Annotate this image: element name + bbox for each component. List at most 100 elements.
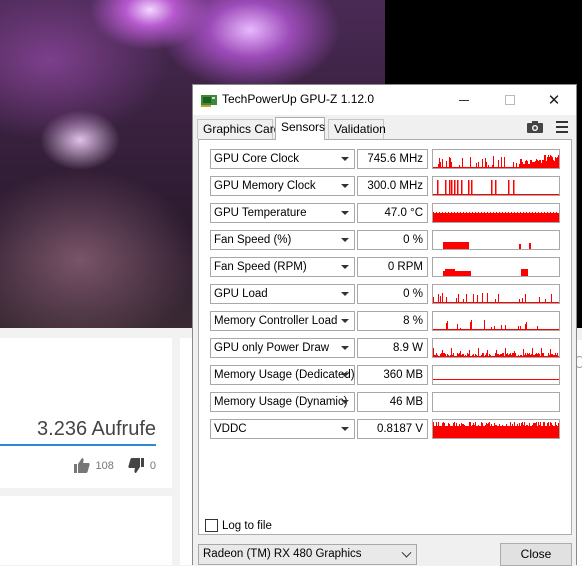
gpu-card-icon [201, 95, 217, 107]
sensor-graph-svg [443, 242, 531, 249]
sensor-graph-svg [433, 180, 559, 195]
sensor-value: 0.8187 V [357, 419, 428, 439]
sensor-row: Memory Usage (Dedicated) 360 MB [207, 365, 567, 385]
log-to-file-checkbox[interactable] [205, 519, 218, 532]
view-count: 3.236 Aufrufe [37, 418, 156, 440]
dropdown-arrow-icon [341, 319, 349, 323]
sensor-value: 8.9 W [357, 338, 428, 358]
sensor-row: Memory Controller Load 8 % [207, 311, 567, 331]
sensor-graph-svg [433, 348, 559, 357]
dropdown-arrow-icon [341, 211, 349, 215]
minimize-icon [459, 99, 469, 101]
sensor-row: Memory Usage (Dynamic) 46 MB [207, 392, 567, 412]
dislike-count: 0 [149, 459, 156, 472]
sensor-row: GPU Memory Clock 300.0 MHz [207, 176, 567, 196]
sensor-name-dropdown[interactable]: GPU Load [210, 284, 355, 304]
chevron-down-icon [401, 547, 412, 558]
sensor-graph-svg [433, 379, 559, 380]
tab-sensors[interactable]: Sensors [275, 117, 325, 140]
sensor-graph-svg [433, 422, 559, 438]
dropdown-arrow-icon [341, 427, 349, 431]
sensor-name: GPU Core Clock [214, 153, 299, 165]
sensor-name-dropdown[interactable]: Memory Usage (Dedicated) [210, 365, 355, 385]
sensor-name-dropdown[interactable]: GPU Core Clock [210, 149, 355, 169]
log-to-file-label: Log to file [222, 519, 272, 532]
sensor-name-dropdown[interactable]: Memory Controller Load [210, 311, 355, 331]
tab-graphics-card[interactable]: Graphics Card [197, 119, 280, 139]
gpu-select-value: Radeon (TM) RX 480 Graphics [203, 548, 362, 560]
sensor-value: 8 % [357, 311, 428, 331]
sensor-name: VDDC [214, 423, 247, 435]
log-to-file-option[interactable]: Log to file [205, 519, 272, 532]
sensor-graph [432, 392, 560, 412]
dropdown-arrow-icon [341, 346, 349, 350]
sensor-value: 0 % [357, 284, 428, 304]
title-bar[interactable]: TechPowerUp GPU-Z 1.12.0 ✕ [193, 85, 576, 115]
gpu-select[interactable]: Radeon (TM) RX 480 Graphics [198, 544, 417, 565]
dropdown-arrow-icon [341, 184, 349, 188]
sensor-name-dropdown[interactable]: GPU only Power Draw [210, 338, 355, 358]
sensor-graph-svg [433, 393, 559, 411]
sensor-row: GPU Temperature 47.0 °C [207, 203, 567, 223]
sensor-row: GPU only Power Draw 8.9 W [207, 338, 567, 358]
video-info-panel: 3.236 Aufrufe 108 0 [0, 338, 172, 488]
dropdown-arrow-icon [341, 238, 349, 242]
sensor-name-dropdown[interactable]: GPU Temperature [210, 203, 355, 223]
sensor-name: Fan Speed (%) [214, 234, 292, 246]
sensor-value: 300.0 MHz [357, 176, 428, 196]
sensor-value: 0 % [357, 230, 428, 250]
sensor-name-dropdown[interactable]: Memory Usage (Dynamic) [210, 392, 355, 412]
sensor-name-dropdown[interactable]: Fan Speed (%) [210, 230, 355, 250]
sensor-graph-svg [433, 293, 559, 303]
sensor-graph [432, 176, 560, 196]
sensor-graph-svg [433, 320, 559, 330]
sensor-value: 0 RPM [357, 257, 428, 277]
maximize-icon [505, 95, 515, 105]
menu-icon[interactable] [556, 121, 568, 133]
window-title: TechPowerUp GPU-Z 1.12.0 [222, 92, 375, 106]
sensor-value: 745.6 MHz [357, 149, 428, 169]
sensor-name: Memory Usage (Dedicated) [214, 369, 355, 381]
dropdown-arrow-icon [341, 373, 349, 377]
dropdown-arrow-icon [341, 292, 349, 296]
close-window-button[interactable]: ✕ [531, 85, 577, 115]
sensor-value: 46 MB [357, 392, 428, 412]
sensor-graph [432, 149, 560, 169]
sensor-row: VDDC 0.8187 V [207, 419, 567, 439]
sensor-name: Fan Speed (RPM) [214, 261, 307, 273]
thumbs-down-icon[interactable] [128, 458, 144, 473]
sensor-name: GPU Load [214, 288, 268, 300]
sensor-name: GPU only Power Draw [214, 342, 330, 354]
sensor-name: GPU Memory Clock [214, 180, 316, 192]
sensor-graph [432, 311, 560, 331]
sensor-row: Fan Speed (RPM) 0 RPM [207, 257, 567, 277]
sensor-graph [432, 338, 560, 358]
maximize-button[interactable] [487, 85, 533, 115]
dropdown-arrow-icon [341, 265, 349, 269]
close-icon: ✕ [547, 91, 561, 109]
like-dislike-group: 108 0 [73, 458, 156, 473]
minimize-button[interactable] [441, 85, 487, 115]
dropdown-arrow-icon [341, 157, 349, 161]
sensor-value: 360 MB [357, 365, 428, 385]
camera-icon[interactable] [527, 121, 543, 133]
thumbs-up-icon[interactable] [73, 458, 90, 473]
sensor-graph-svg [443, 269, 528, 276]
like-count: 108 [95, 459, 114, 472]
sensor-name-dropdown[interactable]: VDDC [210, 419, 355, 439]
sensor-name: GPU Temperature [214, 207, 307, 219]
sensor-row: GPU Core Clock 745.6 MHz [207, 149, 567, 169]
sensor-graph [432, 365, 560, 385]
tab-validation[interactable]: Validation [328, 119, 386, 139]
sensor-row: Fan Speed (%) 0 % [207, 230, 567, 250]
sensor-graph-svg [433, 155, 559, 168]
gpuz-window: TechPowerUp GPU-Z 1.12.0 ✕ Graphics Card… [192, 84, 577, 566]
close-button[interactable]: Close [500, 543, 572, 566]
dropdown-arrow-icon [341, 400, 349, 404]
sensor-graph [432, 419, 560, 439]
sensor-name-dropdown[interactable]: GPU Memory Clock [210, 176, 355, 196]
sensor-name-dropdown[interactable]: Fan Speed (RPM) [210, 257, 355, 277]
sensor-row: GPU Load 0 % [207, 284, 567, 304]
sensor-graph [432, 203, 560, 223]
sensor-value: 47.0 °C [357, 203, 428, 223]
